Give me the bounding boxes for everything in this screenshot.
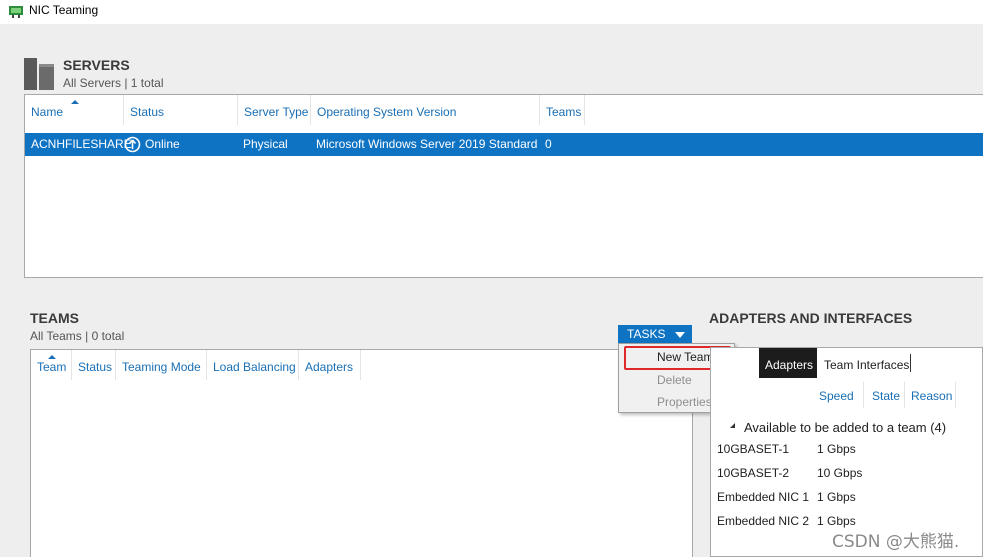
chevron-down-icon	[675, 332, 685, 338]
online-status-icon	[124, 136, 141, 153]
column-status[interactable]: Status	[124, 95, 238, 125]
sort-ascending-icon	[71, 100, 79, 104]
column-speed[interactable]: Speed	[813, 382, 864, 408]
adapter-speed: 10 Gbps	[817, 466, 863, 480]
column-state-label: State	[872, 389, 901, 403]
servers-grid: Name Status Server Type Operating System…	[24, 94, 983, 278]
servers-title: SERVERS	[63, 57, 130, 73]
servers-icon	[24, 58, 54, 90]
adapters-panel: Adapters Team Interfaces Speed State Rea…	[710, 347, 983, 557]
servers-grid-header: Name Status Server Type Operating System…	[25, 95, 983, 127]
adapter-speed: 1 Gbps	[817, 514, 856, 528]
tab-adapters[interactable]: Adapters	[759, 348, 817, 378]
column-teaming-mode-label: Teaming Mode	[122, 360, 201, 374]
adapter-row[interactable]: 10GBASET-2 10 Gbps	[711, 466, 981, 486]
adapter-row[interactable]: Embedded NIC 1 1 Gbps	[711, 490, 981, 510]
teams-grid: Team Status Teaming Mode Load Balancing …	[30, 349, 693, 557]
column-server-type[interactable]: Server Type	[238, 95, 311, 125]
column-name-label: Name	[31, 105, 64, 119]
column-status-label: Status	[130, 105, 165, 119]
menu-item-delete[interactable]: Delete	[657, 373, 692, 387]
tab-team-interfaces[interactable]: Team Interfaces	[824, 348, 909, 378]
column-teams-label: Teams	[546, 105, 582, 119]
column-os-version[interactable]: Operating System Version	[311, 95, 540, 125]
collapse-triangle-icon[interactable]	[727, 423, 735, 428]
tab-divider	[910, 354, 911, 372]
column-team-label: Team	[37, 360, 67, 374]
adapter-name: Embedded NIC 1	[717, 490, 810, 504]
column-adapters[interactable]: Adapters	[299, 350, 361, 380]
column-reason-label: Reason	[911, 389, 953, 403]
adapter-speed: 1 Gbps	[817, 442, 856, 456]
menu-item-properties[interactable]: Properties	[657, 395, 712, 409]
adapters-title: ADAPTERS AND INTERFACES	[709, 310, 913, 326]
watermark-text: CSDN @大熊猫.	[832, 532, 960, 552]
teams-title: TEAMS	[30, 310, 79, 326]
server-os: Microsoft Windows Server 2019 Standard	[316, 137, 538, 151]
column-team-status-label: Status	[78, 360, 113, 374]
adapter-name: Embedded NIC 2	[717, 514, 810, 528]
tab-team-interfaces-label: Team Interfaces	[824, 358, 910, 372]
tasks-label: TASKS	[627, 327, 666, 341]
column-adapters-label: Adapters	[305, 360, 354, 374]
column-teaming-mode[interactable]: Teaming Mode	[116, 350, 207, 380]
column-teams[interactable]: Teams	[540, 95, 585, 125]
tab-adapters-label: Adapters	[765, 358, 814, 372]
title-bar: NIC Teaming	[0, 0, 983, 24]
tasks-button[interactable]: TASKS	[618, 325, 692, 343]
adapter-speed: 1 Gbps	[817, 490, 856, 504]
nic-teaming-icon	[9, 6, 23, 18]
teams-subtitle: All Teams | 0 total	[30, 329, 125, 343]
server-type: Physical	[243, 137, 288, 151]
adapter-group-header[interactable]: Available to be added to a team (4)	[744, 420, 946, 435]
servers-subtitle: All Servers | 1 total	[63, 76, 164, 90]
server-teams: 0	[545, 137, 552, 151]
column-os-version-label: Operating System Version	[317, 105, 457, 119]
adapter-name: 10GBASET-2	[717, 466, 790, 480]
window-title: NIC Teaming	[29, 3, 99, 17]
adapter-row[interactable]: 10GBASET-1 1 Gbps	[711, 442, 981, 462]
column-server-type-label: Server Type	[244, 105, 309, 119]
sort-ascending-icon	[48, 355, 56, 359]
column-reason[interactable]: Reason	[905, 382, 956, 408]
server-name: ACNHFILESHARE	[31, 137, 132, 151]
server-status: Online	[145, 137, 180, 151]
column-load-balancing[interactable]: Load Balancing	[207, 350, 299, 380]
column-team-status[interactable]: Status	[72, 350, 116, 380]
server-row[interactable]: ACNHFILESHARE Online Physical Microsoft …	[25, 133, 983, 156]
column-load-balancing-label: Load Balancing	[213, 360, 296, 374]
adapter-name: 10GBASET-1	[717, 442, 790, 456]
column-speed-label: Speed	[819, 389, 854, 403]
column-state[interactable]: State	[866, 382, 905, 408]
